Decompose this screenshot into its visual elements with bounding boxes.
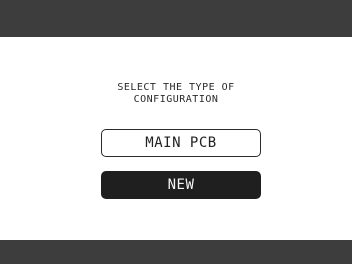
prompt-line-1: SELECT THE TYPE OF (117, 82, 235, 93)
footer-bar (0, 240, 352, 264)
header-bar (0, 0, 352, 37)
main-pcb-button[interactable]: MAIN PCB (101, 129, 261, 157)
configuration-type-screen: SELECT THE TYPE OF CONFIGURATION MAIN PC… (0, 0, 352, 264)
config-prompt: SELECT THE TYPE OF CONFIGURATION (0, 82, 352, 106)
prompt-line-2: CONFIGURATION (133, 94, 219, 105)
new-button[interactable]: NEW (101, 171, 261, 199)
